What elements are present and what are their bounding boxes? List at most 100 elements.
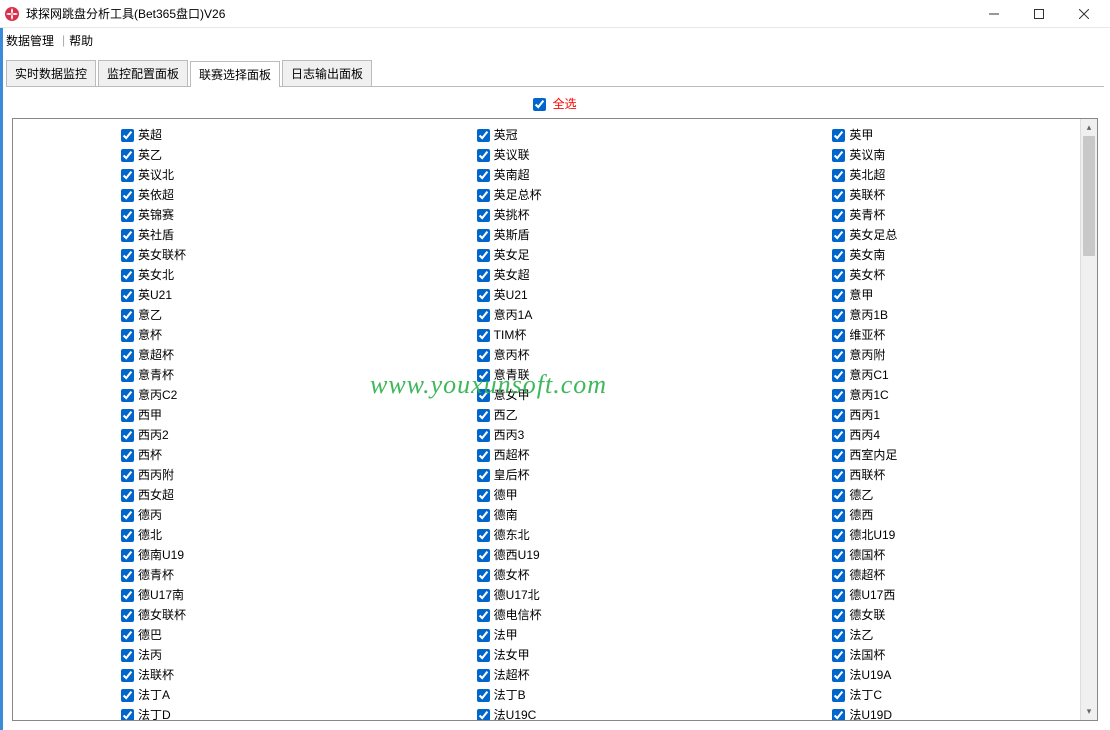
league-checkbox[interactable] xyxy=(121,489,134,502)
league-checkbox[interactable] xyxy=(477,269,490,282)
league-checkbox[interactable] xyxy=(477,349,490,362)
league-checkbox[interactable] xyxy=(832,169,845,182)
league-checkbox[interactable] xyxy=(477,409,490,422)
league-checkbox[interactable] xyxy=(477,129,490,142)
league-checkbox[interactable] xyxy=(121,649,134,662)
league-checkbox[interactable] xyxy=(832,189,845,202)
league-checkbox[interactable] xyxy=(832,589,845,602)
league-checkbox[interactable] xyxy=(477,289,490,302)
league-checkbox[interactable] xyxy=(832,289,845,302)
maximize-button[interactable] xyxy=(1016,0,1061,27)
tab-2[interactable]: 联赛选择面板 xyxy=(190,61,280,87)
league-checkbox[interactable] xyxy=(477,429,490,442)
league-checkbox[interactable] xyxy=(832,429,845,442)
league-checkbox[interactable] xyxy=(477,329,490,342)
league-checkbox[interactable] xyxy=(121,689,134,702)
scrollbar[interactable]: ▴ ▾ xyxy=(1080,119,1097,720)
league-checkbox[interactable] xyxy=(477,669,490,682)
league-checkbox[interactable] xyxy=(121,209,134,222)
league-checkbox[interactable] xyxy=(477,649,490,662)
league-checkbox[interactable] xyxy=(477,709,490,721)
league-checkbox[interactable] xyxy=(832,209,845,222)
tab-3[interactable]: 日志输出面板 xyxy=(282,60,372,86)
minimize-button[interactable] xyxy=(971,0,1016,27)
league-checkbox[interactable] xyxy=(477,389,490,402)
league-checkbox[interactable] xyxy=(121,409,134,422)
league-checkbox[interactable] xyxy=(477,609,490,622)
league-checkbox[interactable] xyxy=(832,129,845,142)
league-checkbox[interactable] xyxy=(832,329,845,342)
tab-0[interactable]: 实时数据监控 xyxy=(6,60,96,86)
league-checkbox[interactable] xyxy=(832,349,845,362)
league-checkbox[interactable] xyxy=(121,669,134,682)
league-checkbox[interactable] xyxy=(832,529,845,542)
league-checkbox[interactable] xyxy=(477,489,490,502)
league-checkbox[interactable] xyxy=(832,409,845,422)
league-checkbox[interactable] xyxy=(121,529,134,542)
league-checkbox[interactable] xyxy=(121,589,134,602)
league-checkbox[interactable] xyxy=(477,529,490,542)
league-checkbox[interactable] xyxy=(832,449,845,462)
league-checkbox[interactable] xyxy=(121,249,134,262)
league-checkbox[interactable] xyxy=(477,549,490,562)
league-checkbox[interactable] xyxy=(121,229,134,242)
league-checkbox[interactable] xyxy=(477,189,490,202)
league-checkbox[interactable] xyxy=(832,689,845,702)
league-checkbox[interactable] xyxy=(477,369,490,382)
league-checkbox[interactable] xyxy=(121,369,134,382)
select-all-label[interactable]: 全选 xyxy=(553,97,577,111)
league-checkbox[interactable] xyxy=(121,169,134,182)
league-checkbox[interactable] xyxy=(121,389,134,402)
league-checkbox[interactable] xyxy=(477,469,490,482)
league-checkbox[interactable] xyxy=(121,349,134,362)
league-checkbox[interactable] xyxy=(121,569,134,582)
league-checkbox[interactable] xyxy=(121,269,134,282)
league-checkbox[interactable] xyxy=(477,689,490,702)
scroll-thumb[interactable] xyxy=(1083,136,1095,256)
league-checkbox[interactable] xyxy=(832,569,845,582)
league-checkbox[interactable] xyxy=(832,549,845,562)
league-checkbox[interactable] xyxy=(121,469,134,482)
league-checkbox[interactable] xyxy=(121,609,134,622)
league-checkbox[interactable] xyxy=(477,569,490,582)
league-checkbox[interactable] xyxy=(477,509,490,522)
league-checkbox[interactable] xyxy=(832,309,845,322)
league-checkbox[interactable] xyxy=(477,449,490,462)
league-checkbox[interactable] xyxy=(832,709,845,721)
league-checkbox[interactable] xyxy=(121,129,134,142)
league-checkbox[interactable] xyxy=(832,269,845,282)
league-checkbox[interactable] xyxy=(121,429,134,442)
league-checkbox[interactable] xyxy=(477,229,490,242)
league-checkbox[interactable] xyxy=(121,509,134,522)
league-checkbox[interactable] xyxy=(832,389,845,402)
close-button[interactable] xyxy=(1061,0,1106,27)
league-checkbox[interactable] xyxy=(121,629,134,642)
league-checkbox[interactable] xyxy=(121,189,134,202)
menu-data-manage[interactable]: 数据管理 xyxy=(6,32,54,49)
league-checkbox[interactable] xyxy=(832,509,845,522)
league-checkbox[interactable] xyxy=(121,549,134,562)
league-checkbox[interactable] xyxy=(832,229,845,242)
tab-1[interactable]: 监控配置面板 xyxy=(98,60,188,86)
league-checkbox[interactable] xyxy=(121,709,134,721)
league-checkbox[interactable] xyxy=(477,249,490,262)
menu-help[interactable]: 帮助 xyxy=(69,32,93,49)
scroll-up-button[interactable]: ▴ xyxy=(1081,119,1097,136)
league-checkbox[interactable] xyxy=(477,169,490,182)
league-checkbox[interactable] xyxy=(832,669,845,682)
league-checkbox[interactable] xyxy=(477,629,490,642)
league-checkbox[interactable] xyxy=(832,609,845,622)
league-checkbox[interactable] xyxy=(832,469,845,482)
league-checkbox[interactable] xyxy=(121,329,134,342)
league-checkbox[interactable] xyxy=(121,149,134,162)
league-checkbox[interactable] xyxy=(121,289,134,302)
league-checkbox[interactable] xyxy=(832,489,845,502)
league-checkbox[interactable] xyxy=(121,449,134,462)
league-checkbox[interactable] xyxy=(477,149,490,162)
league-checkbox[interactable] xyxy=(832,149,845,162)
league-checkbox[interactable] xyxy=(832,369,845,382)
league-checkbox[interactable] xyxy=(477,589,490,602)
league-checkbox[interactable] xyxy=(121,309,134,322)
scroll-down-button[interactable]: ▾ xyxy=(1081,703,1097,720)
select-all-checkbox[interactable] xyxy=(533,98,546,111)
